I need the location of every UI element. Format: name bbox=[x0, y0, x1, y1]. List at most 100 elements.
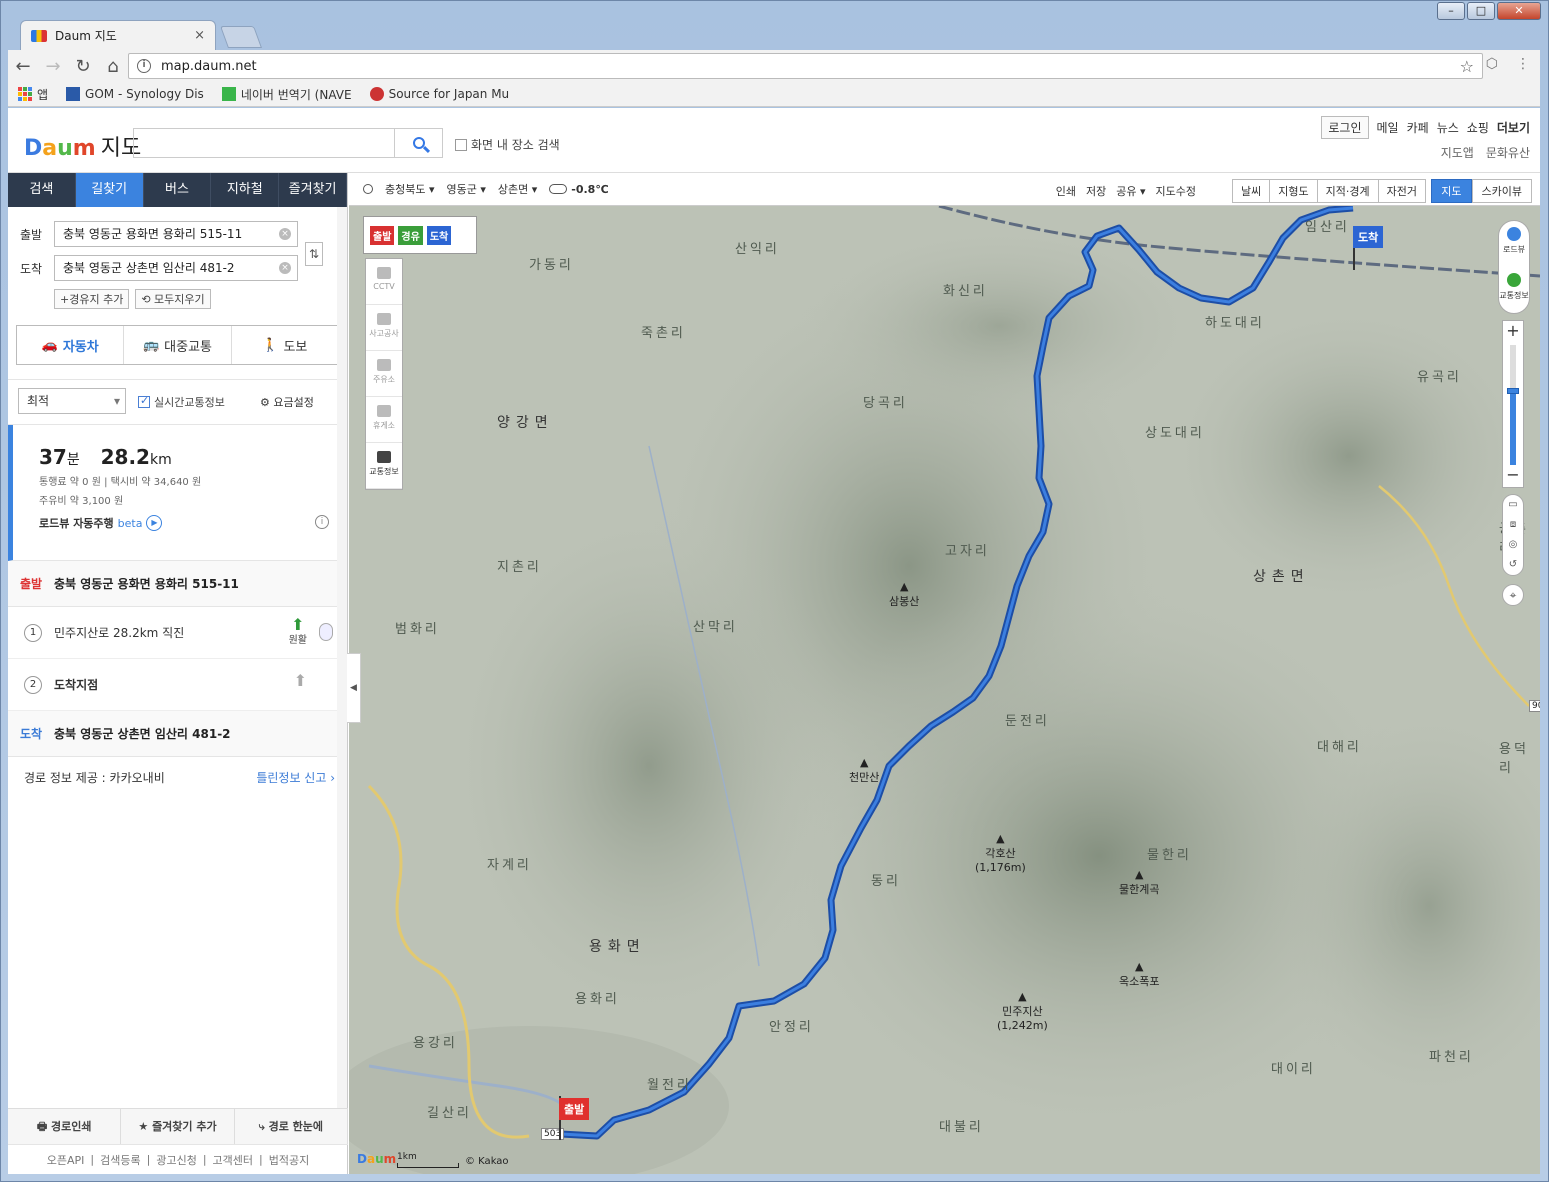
loc-province[interactable]: 충청북도 ▾ bbox=[385, 181, 435, 197]
left-scrollbar[interactable] bbox=[337, 207, 347, 1117]
measure-distance-icon[interactable]: ▭ bbox=[1503, 495, 1523, 515]
end-flag-marker[interactable]: 도착 bbox=[1353, 226, 1384, 248]
login-button[interactable]: 로그인 bbox=[1321, 116, 1369, 139]
location-icon[interactable] bbox=[363, 184, 373, 194]
tab-directions[interactable]: 길찾기 bbox=[75, 173, 144, 207]
forward-icon[interactable]: → bbox=[38, 56, 68, 77]
share-map[interactable]: 공유 ▾ bbox=[1116, 183, 1145, 199]
tool-accident[interactable]: 사고공사 bbox=[366, 305, 402, 351]
my-location-icon[interactable]: ⌖ bbox=[1502, 584, 1524, 606]
footer-ads[interactable]: 광고신청 bbox=[156, 1152, 196, 1168]
loc-county[interactable]: 영동군 ▾ bbox=[447, 181, 486, 197]
traffic-control[interactable]: 교통정보 bbox=[1499, 267, 1529, 313]
radius-icon[interactable]: ◎ bbox=[1503, 535, 1523, 555]
close-window-button[interactable]: ✕ bbox=[1497, 2, 1541, 20]
end-step[interactable]: 도착 충북 영동군 상촌면 임산리 481-2 bbox=[8, 711, 347, 757]
report-error-link[interactable]: 틀린정보 신고 › bbox=[256, 769, 335, 786]
zoom-in-button[interactable]: + bbox=[1503, 321, 1523, 343]
collapse-panel-button[interactable]: ◀ bbox=[347, 653, 361, 723]
info-icon[interactable]: i bbox=[315, 515, 329, 529]
bookmark-apps[interactable]: 앱 bbox=[18, 86, 48, 103]
home-icon[interactable]: ⌂ bbox=[98, 56, 128, 77]
footer-support[interactable]: 고객센터 bbox=[213, 1152, 253, 1168]
mode-walk[interactable]: 🚶 도보 bbox=[232, 326, 338, 364]
tab-close-icon[interactable]: × bbox=[194, 28, 205, 43]
tool-cctv[interactable]: CCTV bbox=[366, 259, 402, 305]
end-flag-button[interactable]: 도착 bbox=[426, 225, 452, 245]
browser-tab-daum[interactable]: Daum 지도 × bbox=[20, 20, 216, 50]
edit-map[interactable]: 지도수정 bbox=[1156, 183, 1196, 199]
end-input[interactable]: 충북 영동군 상촌면 임산리 481-2 × bbox=[54, 255, 298, 281]
map-app-link[interactable]: 지도앱 bbox=[1441, 144, 1474, 161]
zoom-out-button[interactable]: − bbox=[1503, 465, 1523, 487]
route-type-select[interactable]: 최적 bbox=[18, 388, 126, 414]
site-info-icon[interactable]: i bbox=[137, 59, 151, 73]
back-icon[interactable]: ← bbox=[8, 56, 38, 77]
maximize-button[interactable]: □ bbox=[1467, 2, 1495, 20]
roadview-autodrive[interactable]: 로드뷰 자동주행 beta ▶ bbox=[39, 515, 163, 531]
weather[interactable]: -0.8℃ bbox=[549, 183, 609, 196]
minimize-button[interactable]: – bbox=[1437, 2, 1465, 20]
roadview-cam-icon[interactable] bbox=[319, 623, 333, 641]
print-map[interactable]: 인쇄 bbox=[1056, 183, 1076, 199]
route-summary[interactable]: 37분 28.2km 통행료 약 0 원 | 택시비 약 34,640 원 주유… bbox=[8, 425, 347, 561]
start-flag-marker[interactable]: 출발 bbox=[559, 1098, 590, 1120]
add-favorite-button[interactable]: ★ 즐겨찾기 추가 bbox=[121, 1109, 235, 1144]
search-input[interactable] bbox=[133, 128, 395, 158]
extension-icon[interactable]: ⬡ bbox=[1486, 56, 1498, 72]
gnb-more[interactable]: 더보기 bbox=[1497, 119, 1530, 136]
tab-favorites[interactable]: 즐겨찾기 bbox=[279, 173, 347, 207]
swap-route-icon[interactable]: ⇅ bbox=[305, 242, 323, 266]
clear-start-icon[interactable]: × bbox=[279, 228, 291, 240]
route-step[interactable]: 1 민주지산로 28.2km 직진 ⬆ 원활 bbox=[8, 607, 347, 659]
bookmark-star-icon[interactable]: ☆ bbox=[1460, 57, 1474, 76]
waypoint-flag-button[interactable]: 경유 bbox=[398, 225, 423, 245]
in-area-search[interactable]: 화면 내 장소 검색 bbox=[455, 136, 560, 153]
gnb-shopping[interactable]: 쇼핑 bbox=[1467, 119, 1489, 136]
roadview-control[interactable]: 로드뷰 bbox=[1499, 221, 1529, 267]
footer-legal[interactable]: 법적공지 bbox=[269, 1152, 309, 1168]
clear-end-icon[interactable]: × bbox=[279, 262, 291, 274]
save-map[interactable]: 저장 bbox=[1086, 183, 1106, 199]
map-canvas[interactable]: 가동리 산익리 화신리 임산리 죽촌리 하도대리 유곡리 당곡리 상도대리 고자… bbox=[349, 206, 1540, 1174]
footer-openapi[interactable]: 오픈API bbox=[47, 1152, 85, 1168]
layer-bicycle[interactable]: 자전거 bbox=[1377, 179, 1426, 203]
footer-register[interactable]: 검색등록 bbox=[100, 1152, 140, 1168]
gnb-news[interactable]: 뉴스 bbox=[1437, 119, 1459, 136]
url-text[interactable]: map.daum.net bbox=[161, 59, 1450, 74]
tool-rest-area[interactable]: 휴게소 bbox=[366, 397, 402, 443]
view-skyview[interactable]: 스카이뷰 bbox=[1471, 179, 1532, 203]
tool-traffic[interactable]: 교통정보 bbox=[366, 443, 402, 489]
heritage-link[interactable]: 문화유산 bbox=[1486, 144, 1530, 161]
realtime-checkbox[interactable] bbox=[138, 394, 150, 408]
gnb-mail[interactable]: 메일 bbox=[1377, 119, 1399, 136]
clear-all-button[interactable]: ⟲ 모두지우기 bbox=[135, 289, 211, 309]
address-bar[interactable]: i map.daum.net ☆ bbox=[128, 53, 1483, 79]
tab-subway[interactable]: 지하철 bbox=[211, 173, 280, 207]
bookmark-gom[interactable]: GOM - Synology Dis bbox=[66, 87, 204, 101]
rotate-icon[interactable]: ↺ bbox=[1503, 555, 1523, 575]
start-input[interactable]: 충북 영동군 용화면 용화리 515-11 × bbox=[54, 221, 298, 247]
tab-search[interactable]: 검색 bbox=[8, 173, 76, 207]
print-route-button[interactable]: 🖶 경로인쇄 bbox=[8, 1109, 122, 1144]
in-area-checkbox[interactable] bbox=[455, 138, 467, 151]
start-flag-button[interactable]: 출발 bbox=[370, 225, 395, 245]
layer-weather[interactable]: 날씨 bbox=[1232, 179, 1271, 203]
layer-cadastral[interactable]: 지적·경계 bbox=[1316, 179, 1379, 203]
reload-icon[interactable]: ↻ bbox=[68, 56, 98, 77]
gnb-cafe[interactable]: 카페 bbox=[1407, 119, 1429, 136]
bookmark-source-japan[interactable]: Source for Japan Mu bbox=[369, 87, 509, 101]
fee-setting-button[interactable]: ⚙ 요금설정 bbox=[260, 394, 314, 410]
new-tab-button[interactable] bbox=[219, 26, 263, 48]
zoom-handle[interactable] bbox=[1507, 388, 1519, 394]
daum-map-logo[interactable]: Daum 지도 bbox=[24, 130, 141, 162]
measure-area-icon[interactable]: ⧈ bbox=[1503, 515, 1523, 535]
route-overview-button[interactable]: ⤷ 경로 한눈에 bbox=[235, 1109, 348, 1144]
tab-bus[interactable]: 버스 bbox=[144, 173, 212, 207]
start-step[interactable]: 출발 충북 영동군 용화면 용화리 515-11 bbox=[8, 561, 347, 607]
realtime-traffic-option[interactable]: 실시간교통정보 bbox=[138, 394, 225, 410]
add-waypoint-button[interactable]: +경유지 추가 bbox=[54, 289, 130, 309]
menu-dots-icon[interactable]: ⋮ bbox=[1516, 56, 1530, 72]
zoom-track[interactable] bbox=[1507, 345, 1519, 465]
bookmark-naver-translate[interactable]: 네이버 번역기 (NAVE bbox=[221, 86, 352, 103]
